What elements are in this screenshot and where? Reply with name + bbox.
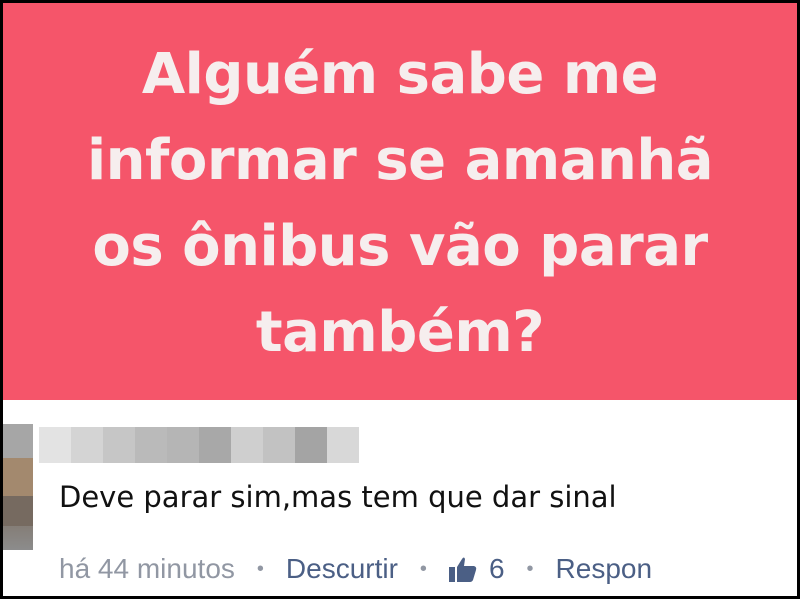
post-line: informar se amanhã <box>86 127 714 193</box>
unlike-button[interactable]: Descurtir <box>286 553 398 585</box>
reply-button[interactable]: Respon <box>556 553 653 585</box>
commenter-name-blurred[interactable] <box>39 427 359 463</box>
separator-dot: • <box>526 557 534 580</box>
comment: Deve parar sim,mas tem que dar sinal há … <box>3 400 797 596</box>
thumbs-up-icon[interactable] <box>448 556 477 582</box>
comment-text: Deve parar sim,mas tem que dar sinal <box>59 480 617 514</box>
separator-dot: • <box>256 557 264 580</box>
post-banner: Alguém sabe me informar se amanhã os ôni… <box>3 3 797 400</box>
post-line: os ônibus vão parar <box>92 213 708 279</box>
comment-actions: há 44 minutos • Descurtir • 6 • Respon <box>59 553 652 585</box>
post-line: Alguém sabe me <box>141 41 659 107</box>
post-text: Alguém sabe me informar se amanhã os ôni… <box>50 32 750 376</box>
separator-dot: • <box>419 557 427 580</box>
screenshot-frame: Alguém sabe me informar se amanhã os ôni… <box>3 3 797 596</box>
avatar[interactable] <box>3 424 33 550</box>
post-line: também? <box>255 299 545 365</box>
like-count[interactable]: 6 <box>489 553 505 585</box>
comment-timestamp[interactable]: há 44 minutos <box>59 553 235 585</box>
